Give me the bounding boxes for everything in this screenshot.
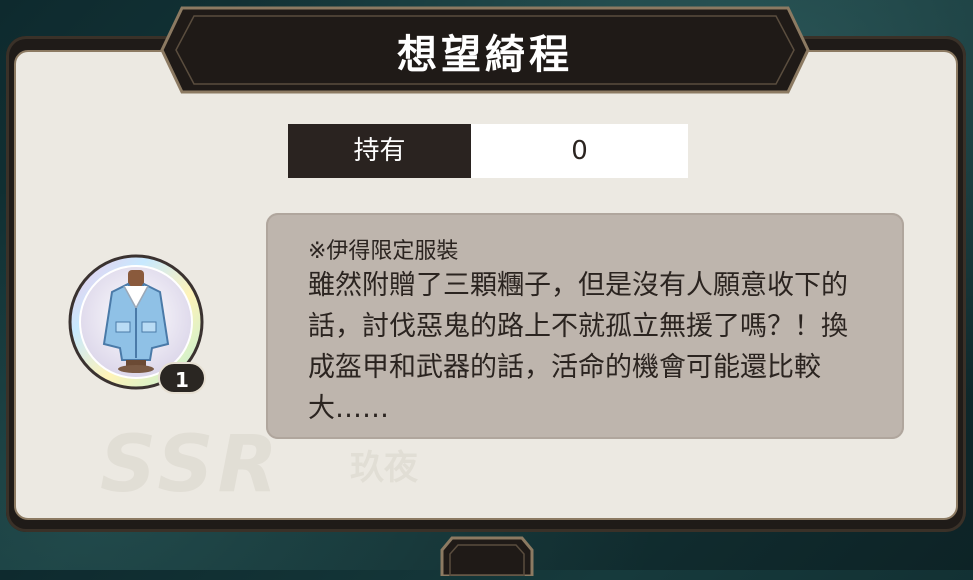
owned-value: 0 <box>471 124 688 178</box>
rank-watermark: SSR <box>100 420 282 510</box>
close-tab-shape <box>440 536 534 578</box>
description-body: 雖然附贈了三顆糰子，但是沒有人願意收下的話，討伐惡鬼的路上不就孤立無援了嗎？！換… <box>308 270 848 423</box>
owned-count-row: 持有 0 <box>288 124 688 178</box>
item-count-badge: 1 <box>158 362 206 394</box>
close-tab[interactable] <box>440 536 534 578</box>
dialog-title: 想望綺程 <box>397 32 573 78</box>
description-box: ※伊得限定服裝 雖然附贈了三顆糰子，但是沒有人願意收下的話，討伐惡鬼的路上不就孤… <box>266 213 904 439</box>
description-title: ※伊得限定服裝 <box>308 239 459 264</box>
owned-label: 持有 <box>288 124 471 178</box>
name-watermark: 玖夜 <box>350 448 418 488</box>
title-banner: 想望綺程 <box>160 4 810 96</box>
